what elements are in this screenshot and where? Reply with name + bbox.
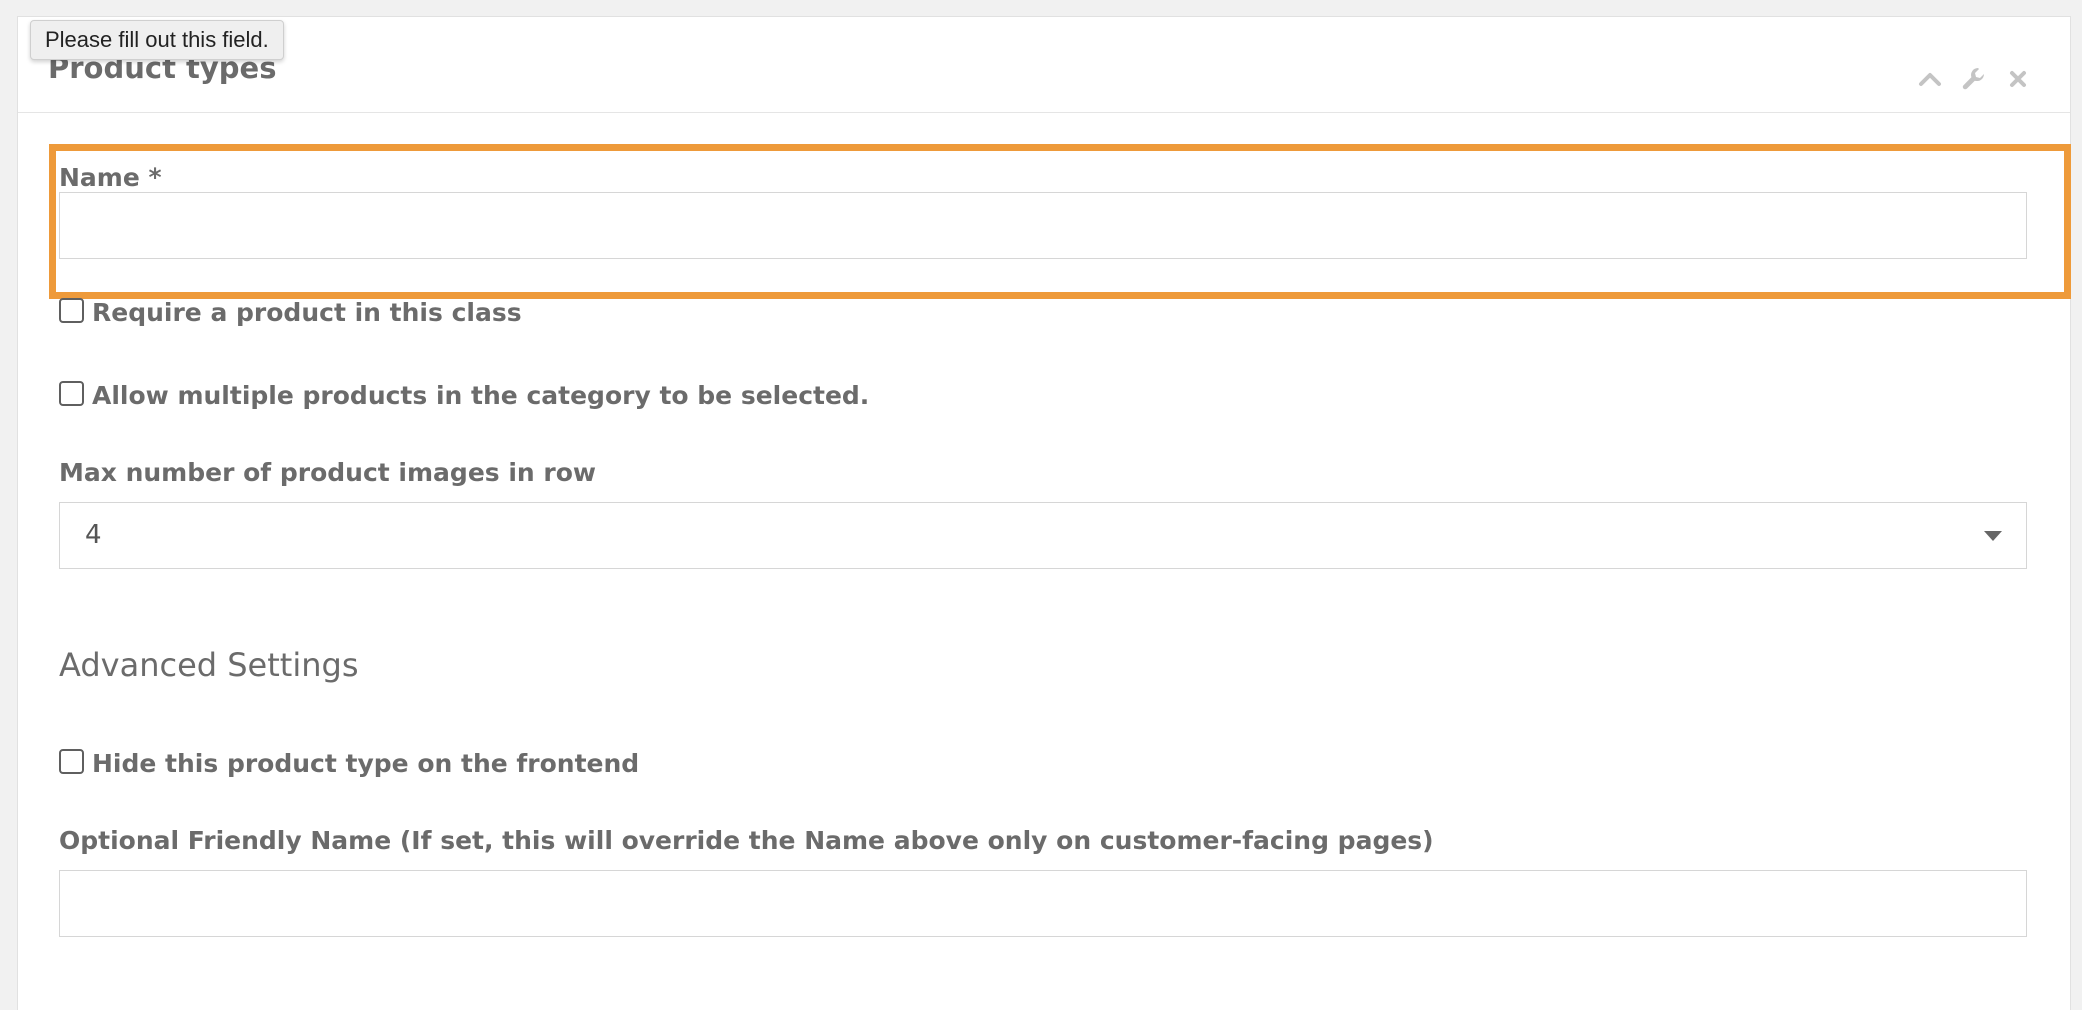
max-images-label: Max number of product images in row (59, 458, 597, 487)
friendly-name-label: Optional Friendly Name (If set, this wil… (59, 826, 1434, 855)
product-types-panel: Product types Name * Require a product i… (17, 16, 2071, 1010)
name-input[interactable] (59, 192, 2027, 259)
require-product-label: Require a product in this class (92, 298, 522, 327)
chevron-up-icon[interactable] (1916, 65, 1944, 93)
panel-header-icons (1916, 65, 2032, 93)
name-label: Name * (59, 163, 162, 192)
wrench-icon[interactable] (1960, 65, 1988, 93)
caret-down-icon (1984, 531, 2002, 541)
panel-header: Product types (18, 17, 2070, 113)
friendly-name-input[interactable] (59, 870, 2027, 937)
validation-tooltip: Please fill out this field. (30, 20, 284, 60)
hide-frontend-label: Hide this product type on the frontend (92, 749, 640, 778)
max-images-select[interactable]: 4 (59, 502, 2027, 569)
advanced-settings-heading: Advanced Settings (59, 646, 359, 684)
max-images-value: 4 (85, 520, 102, 550)
allow-multiple-label: Allow multiple products in the category … (92, 381, 870, 410)
allow-multiple-checkbox[interactable] (59, 381, 84, 406)
hide-frontend-checkbox[interactable] (59, 749, 84, 774)
require-product-checkbox[interactable] (59, 298, 84, 323)
close-icon[interactable] (2004, 65, 2032, 93)
